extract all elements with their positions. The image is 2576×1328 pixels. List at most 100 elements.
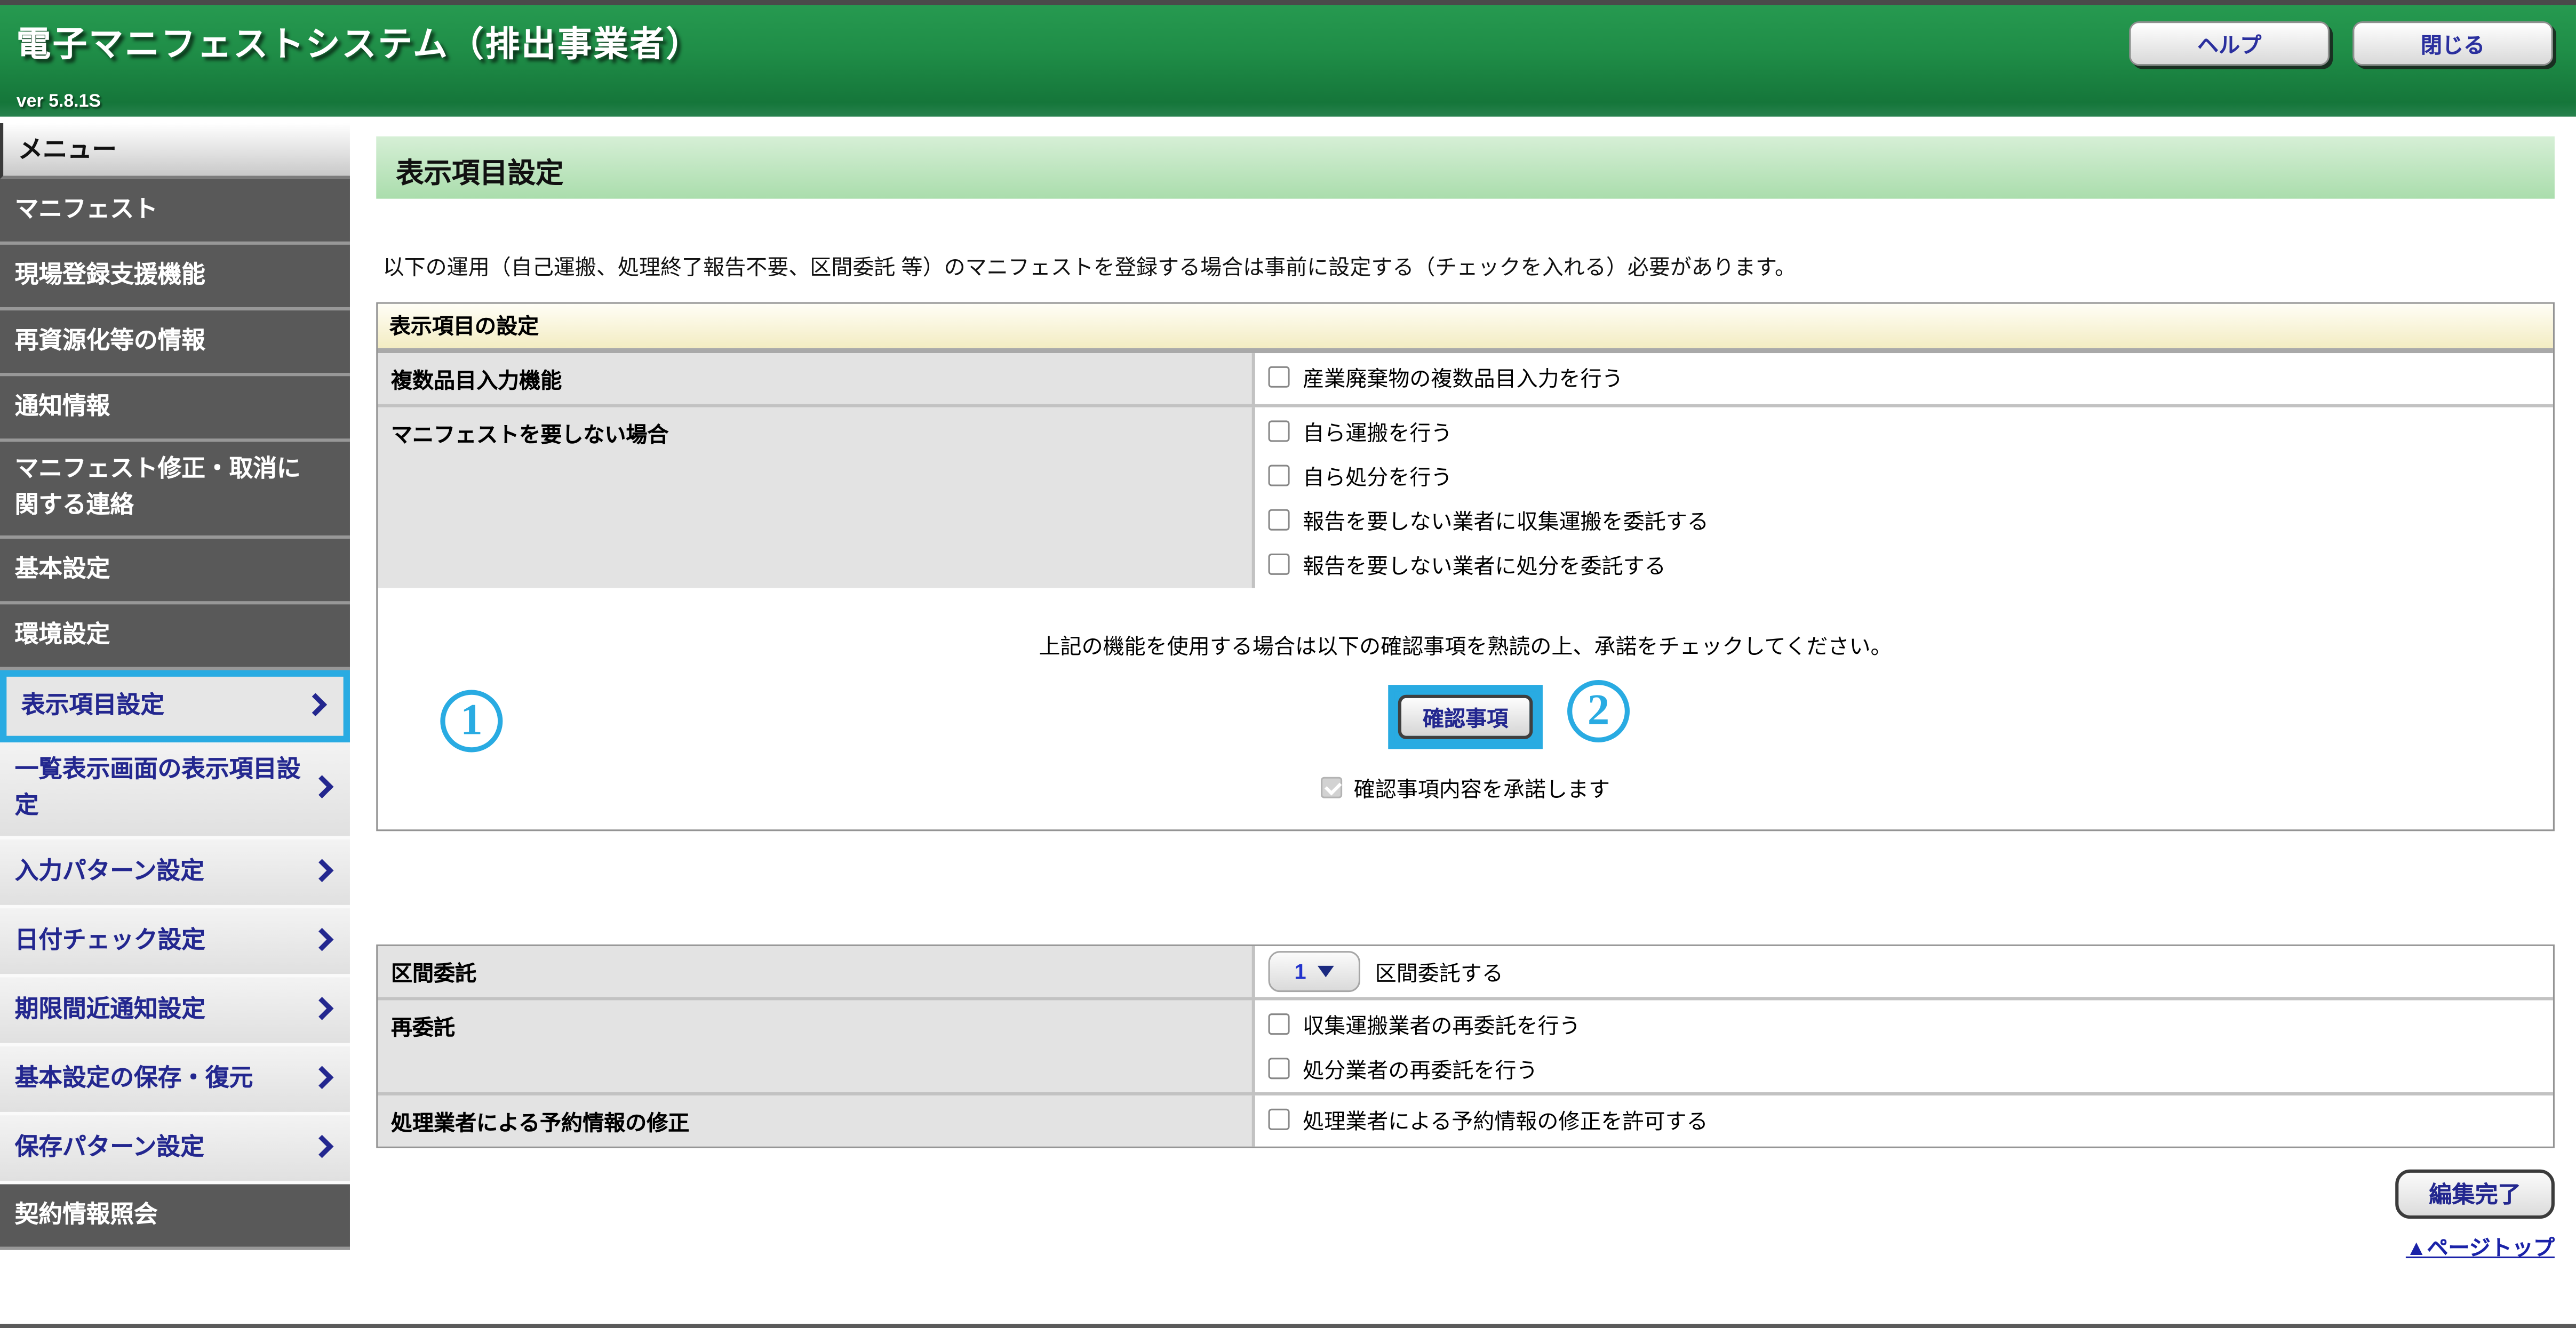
checkbox-icon[interactable] (1269, 1109, 1290, 1130)
page-top-link[interactable]: ▲ページトップ (2406, 1230, 2555, 1262)
checkbox-option[interactable]: 処理業者による予約情報の修正を許可する (1269, 1097, 2540, 1141)
table-row: マニフェストを要しない場合 自ら運搬を行う 自ら処分を行う 報告を要しない (378, 404, 2553, 588)
app-version: ver 5.8.1S (17, 92, 101, 111)
page-title: 表示項目設定 (376, 137, 2555, 199)
consent-checkbox-checked-disabled (1321, 777, 1342, 798)
sidebar-item-display-item-settings[interactable]: 表示項目設定 (0, 670, 350, 742)
sidebar-item-manifest[interactable]: マニフェスト (0, 179, 350, 245)
sidebar-item-label: 契約情報照会 (15, 1197, 158, 1234)
checkbox-icon[interactable] (1269, 1058, 1290, 1079)
sidebar-item-deadline-notification-settings[interactable]: 期限間近通知設定 (0, 977, 350, 1046)
help-button[interactable]: ヘルプ (2129, 21, 2330, 66)
confirmation-items-button[interactable]: 確認事項 (1398, 695, 1533, 739)
checkbox-icon[interactable] (1269, 554, 1290, 575)
row-label: 再委託 (378, 1001, 1255, 1092)
checkbox-icon[interactable] (1269, 465, 1290, 486)
section-count-select[interactable]: 1 (1269, 950, 1360, 991)
sidebar-item-environment-settings[interactable]: 環境設定 (0, 604, 350, 670)
sidebar-item-label: 入力パターン設定 (15, 853, 204, 890)
table-row: 区間委託 1 区間委託する (378, 946, 2553, 997)
row-value: 産業廃棄物の複数品目入力を行う (1255, 353, 2553, 404)
sidebar-item-label: 再資源化等の情報 (15, 323, 205, 360)
sidebar-menu-title: メニュー (0, 123, 350, 179)
annotation-highlight-rect: 確認事項 (1388, 685, 1542, 749)
sidebar-item-settings-backup-restore[interactable]: 基本設定の保存・復元 (0, 1046, 350, 1115)
checkbox-option[interactable]: 自ら運搬を行う (1269, 409, 2540, 453)
row-label: 処理業者による予約情報の修正 (378, 1095, 1255, 1146)
checkbox-label: 処分業者の再委託を行う (1303, 1053, 1537, 1084)
confirmation-section: 上記の機能を使用する場合は以下の確認事項を熟読の上、承諾をチェックしてください。… (378, 588, 2553, 830)
table-row: 複数品目入力機能 産業廃棄物の複数品目入力を行う (378, 353, 2553, 404)
checkbox-label: 自ら処分を行う (1303, 460, 1452, 491)
sidebar-item-date-check-settings[interactable]: 日付チェック設定 (0, 908, 350, 977)
sidebar-item-input-pattern-settings[interactable]: 入力パターン設定 (0, 839, 350, 908)
sidebar-item-label: 環境設定 (15, 617, 110, 654)
checkbox-icon[interactable] (1269, 1013, 1290, 1035)
table-row: 再委託 収集運搬業者の再委託を行う 処分業者の再委託を行う (378, 997, 2553, 1092)
chevron-right-icon (310, 1134, 334, 1158)
chevron-right-icon (310, 1066, 334, 1089)
annotation-callout-2-icon: 2 (1567, 680, 1630, 742)
sidebar-item-contract-info[interactable]: 契約情報照会 (0, 1184, 350, 1250)
checkbox-icon[interactable] (1269, 420, 1290, 442)
checkbox-option[interactable]: 産業廃棄物の複数品目入力を行う (1269, 355, 2540, 399)
checkbox-option[interactable]: 処分業者の再委託を行う (1269, 1046, 2540, 1091)
table-row: 処理業者による予約情報の修正 処理業者による予約情報の修正を許可する (378, 1092, 2553, 1147)
confirmation-instruction: 上記の機能を使用する場合は以下の確認事項を熟読の上、承諾をチェックしてください。 (378, 629, 2553, 661)
row-label: マニフェストを要しない場合 (378, 407, 1255, 588)
checkbox-label: 収集運搬業者の再委託を行う (1303, 1009, 1581, 1040)
header-buttons: ヘルプ 閉じる (2129, 21, 2553, 66)
delegation-settings-box: 区間委託 1 区間委託する 再委託 収集運搬業者の再委託を (376, 945, 2555, 1148)
sidebar-item-label: 日付チェック設定 (15, 923, 205, 959)
sidebar-item-save-pattern-settings[interactable]: 保存パターン設定 (0, 1115, 350, 1184)
header-top-strip (0, 0, 2576, 5)
sidebar-item-basic-settings[interactable]: 基本設定 (0, 539, 350, 604)
page-bottom-border (0, 1324, 2576, 1328)
app-title: 電子マニフェストシステム（排出事業者） (17, 18, 702, 67)
row-value: 自ら運搬を行う 自ら処分を行う 報告を要しない業者に収集運搬を委託する (1255, 407, 2553, 588)
sidebar-item-label: 基本設定の保存・復元 (15, 1060, 253, 1097)
close-button[interactable]: 閉じる (2352, 21, 2553, 66)
section-title: 表示項目の設定 (378, 304, 2553, 353)
checkbox-option[interactable]: 報告を要しない業者に処分を委託する (1269, 542, 2540, 586)
sidebar-item-recycling-info[interactable]: 再資源化等の情報 (0, 310, 350, 376)
row-value: 処理業者による予約情報の修正を許可する (1255, 1095, 2553, 1146)
row-value: 収集運搬業者の再委託を行う 処分業者の再委託を行う (1255, 1001, 2553, 1092)
sidebar-item-label: 表示項目設定 (21, 687, 164, 724)
checkbox-option[interactable]: 報告を要しない業者に収集運搬を委託する (1269, 498, 2540, 542)
sidebar: メニュー マニフェスト 現場登録支援機能 再資源化等の情報 通知情報 マニフェス… (0, 123, 350, 1261)
display-items-settings-box: 表示項目の設定 複数品目入力機能 産業廃棄物の複数品目入力を行う マニフェストを… (376, 302, 2555, 831)
sidebar-item-label: 基本設定 (15, 551, 110, 588)
chevron-right-icon (310, 776, 334, 799)
consent-label: 確認事項内容を承諾します (1354, 772, 1610, 803)
sidebar-item-label: 保存パターン設定 (15, 1130, 204, 1166)
sidebar-item-manifest-correction[interactable]: マニフェスト修正・取消に関する連絡 (0, 442, 350, 539)
app-header: 電子マニフェストシステム（排出事業者） ver 5.8.1S ヘルプ 閉じる (0, 0, 2576, 117)
sidebar-item-notifications[interactable]: 通知情報 (0, 376, 350, 442)
dropdown-arrow-icon (1318, 965, 1334, 977)
sidebar-item-site-registration[interactable]: 現場登録支援機能 (0, 245, 350, 310)
checkbox-option[interactable]: 自ら処分を行う (1269, 453, 2540, 498)
chevron-right-icon (310, 997, 334, 1020)
row-value: 1 区間委託する (1255, 946, 2553, 995)
checkbox-label: 処理業者による予約情報の修正を許可する (1303, 1104, 1708, 1135)
sidebar-item-label: 通知情報 (15, 389, 110, 426)
select-caption: 区間委託する (1375, 955, 1503, 987)
sidebar-item-label: 一覧表示画面の表示項目設定 (15, 752, 314, 826)
chevron-right-icon (310, 859, 334, 882)
footer-actions: 編集完了 ▲ページトップ (376, 1170, 2555, 1261)
row-label: 複数品目入力機能 (378, 353, 1255, 404)
checkbox-option[interactable]: 収集運搬業者の再委託を行う (1269, 1002, 2540, 1046)
sidebar-item-label: 期限間近通知設定 (15, 991, 205, 1028)
checkbox-icon[interactable] (1269, 366, 1290, 388)
select-value: 1 (1294, 958, 1306, 983)
sidebar-item-list-display-settings[interactable]: 一覧表示画面の表示項目設定 (0, 742, 350, 839)
sidebar-item-label: マニフェスト (15, 192, 158, 229)
checkbox-icon[interactable] (1269, 509, 1290, 531)
checkbox-label: 自ら運搬を行う (1303, 415, 1452, 447)
row-label: 区間委託 (378, 946, 1255, 997)
edit-complete-button[interactable]: 編集完了 (2395, 1170, 2555, 1219)
annotation-callout-1-icon: 1 (440, 690, 503, 752)
checkbox-label: 産業廃棄物の複数品目入力を行う (1303, 362, 1623, 393)
consent-row: 確認事項内容を承諾します (378, 772, 2553, 803)
